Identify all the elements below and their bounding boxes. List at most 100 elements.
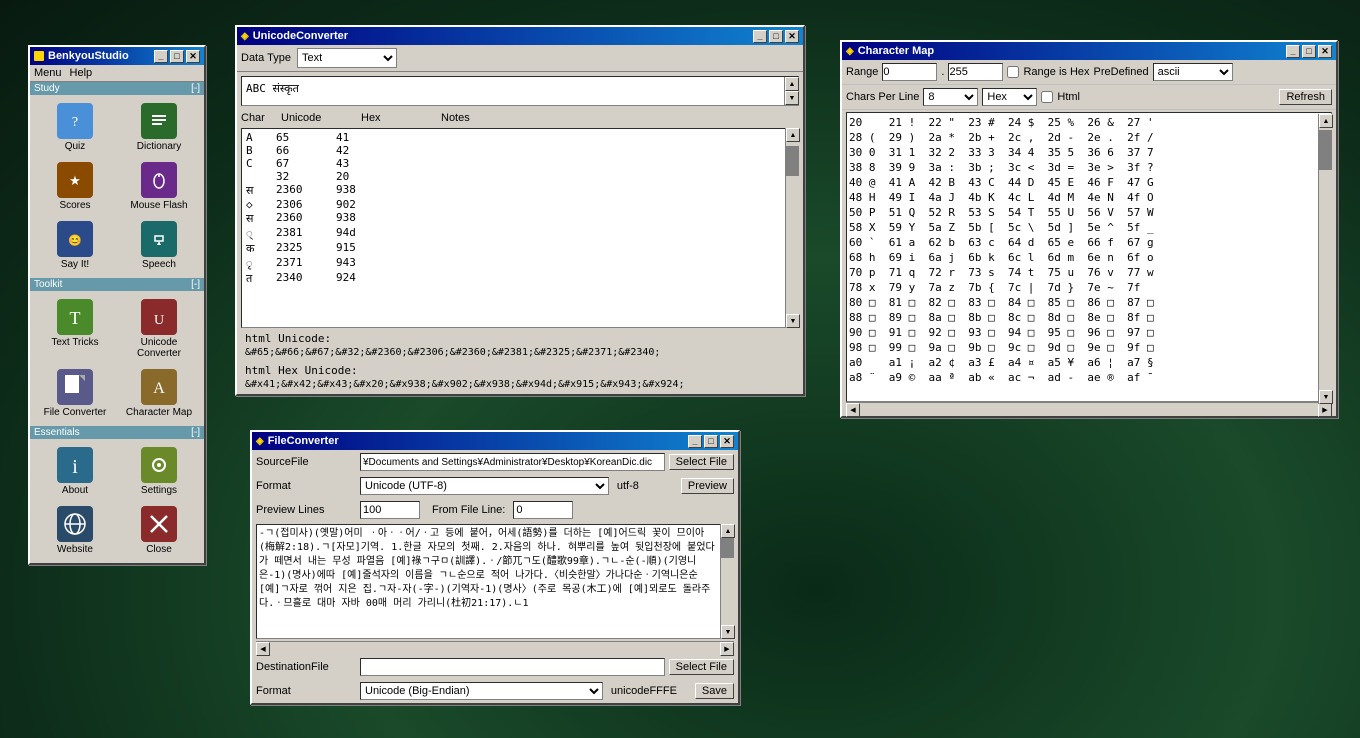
cm-html-check[interactable] xyxy=(1041,91,1053,103)
fc-format-label: Format xyxy=(256,480,356,492)
sidebar-item-about[interactable]: i About xyxy=(34,443,116,500)
study-toggle[interactable]: [-] xyxy=(191,83,200,94)
cm-scroll-track xyxy=(1319,128,1332,390)
fc-preview-scroll-down[interactable]: ▼ xyxy=(721,625,735,639)
fc-preview-lines-input[interactable] xyxy=(360,501,420,519)
uc-scroll-thumb[interactable] xyxy=(786,146,799,176)
essentials-toggle[interactable]: [-] xyxy=(191,427,200,438)
uc-datatype-select[interactable]: Text File URL xyxy=(297,48,397,68)
uc-table-row: स2360938 xyxy=(244,211,782,226)
sidebar-item-unicode-converter[interactable]: U Unicode Converter xyxy=(118,295,200,363)
cm-table-row: 80 □ 81 □ 82 □ 83 □ 84 □ 85 □ 86 □ 87 □ xyxy=(849,295,1315,310)
uc-table-row: B6642 xyxy=(244,144,782,157)
fc-format-select[interactable]: Unicode (UTF-8) xyxy=(360,477,609,495)
app-maximize-btn[interactable]: □ xyxy=(170,50,184,63)
uc-table-scroll[interactable]: A6541B6642C6743 3220स2360938◇2306902स236… xyxy=(241,128,799,328)
sidebar-item-dictionary[interactable]: Dictionary xyxy=(118,99,200,156)
cm-table-row: a8 ¨ a9 © aa ª ab « ac ¬ ad - ae ® af ¯ xyxy=(849,370,1315,385)
sidebar-item-say-it[interactable]: 😊 Say It! xyxy=(34,217,116,274)
cm-scroll-thumb[interactable] xyxy=(1319,130,1332,170)
sidebar-item-text-tricks[interactable]: T Text Tricks xyxy=(34,295,116,363)
cm-table-row: 78 x 79 y 7a z 7b { 7c | 7d } 7e ~ 7f xyxy=(849,280,1315,295)
cm-maximize-btn[interactable]: □ xyxy=(1302,45,1316,58)
fc-title-icon: ◈ xyxy=(256,436,264,447)
fc-preview-area[interactable]: -ㄱ(접미사)(옛말)어미 ㆍ아ㆍㆍ어/ㆍ고 등에 붙어，어세(語勢)를 더하는… xyxy=(256,524,734,639)
fc-close-btn[interactable]: ✕ xyxy=(720,435,734,448)
cm-close-btn[interactable]: ✕ xyxy=(1318,45,1332,58)
toolkit-label: Toolkit xyxy=(34,279,62,290)
fc-source-input[interactable] xyxy=(360,453,665,471)
fc-from-file-line-input[interactable] xyxy=(513,501,573,519)
fc-dest-select-btn[interactable]: Select File xyxy=(669,659,734,675)
fc-title-text: FileConverter xyxy=(268,435,339,447)
uc-scroll-down[interactable]: ▼ xyxy=(785,91,799,105)
text-tricks-icon: T xyxy=(57,299,93,335)
cm-content[interactable]: 20 21 ! 22 " 23 # 24 $ 25 % 26 & 27 '28 … xyxy=(846,112,1332,402)
cm-table-row: 20 21 ! 22 " 23 # 24 $ 25 % 26 & 27 ' xyxy=(849,115,1315,130)
uc-title-text: UnicodeConverter xyxy=(253,30,348,42)
cm-table-row: 50 P 51 Q 52 R 53 S 54 T 55 U 56 V 57 W xyxy=(849,205,1315,220)
toolkit-toggle[interactable]: [-] xyxy=(191,279,200,290)
cm-range-to[interactable] xyxy=(948,63,1003,81)
sidebar-item-mouse-flash[interactable]: Mouse Flash xyxy=(118,158,200,215)
sidebar-item-scores[interactable]: ★ Scores xyxy=(34,158,116,215)
cm-range-from[interactable] xyxy=(882,63,937,81)
cm-scroll-up[interactable]: ▲ xyxy=(1319,114,1333,128)
fc-scroll-right[interactable]: ▶ xyxy=(720,642,734,656)
uc-table-scroll-up[interactable]: ▲ xyxy=(786,128,800,142)
cm-refresh-btn[interactable]: Refresh xyxy=(1279,89,1332,105)
svg-text:A: A xyxy=(153,380,165,397)
dictionary-icon xyxy=(141,103,177,139)
fc-scroll-left[interactable]: ◀ xyxy=(256,642,270,656)
uc-input-text[interactable]: ABC संस्कृत xyxy=(242,77,798,100)
cm-format-select[interactable]: Hex Dec xyxy=(982,88,1037,106)
fc-dest-format-select[interactable]: Unicode (Big-Endian) xyxy=(360,682,603,700)
cm-predefined-select[interactable]: ascii latin xyxy=(1153,63,1233,81)
website-icon xyxy=(57,506,93,542)
sidebar-item-character-map[interactable]: A Character Map xyxy=(118,365,200,422)
fc-preview-thumb[interactable] xyxy=(721,538,734,558)
fc-minimize-btn[interactable]: _ xyxy=(688,435,702,448)
uc-html-hex-label: html Hex Unicode: xyxy=(245,364,795,377)
sidebar-item-quiz[interactable]: ? Quiz xyxy=(34,99,116,156)
fc-preview-lines-row: Preview Lines From File Line: xyxy=(252,498,738,522)
scores-icon: ★ xyxy=(57,162,93,198)
uc-table-scroll-down[interactable]: ▼ xyxy=(786,314,800,328)
file-converter-window: ◈ FileConverter _ □ ✕ SourceFile Select … xyxy=(250,430,740,705)
sidebar-item-close[interactable]: Close xyxy=(118,502,200,559)
dictionary-label: Dictionary xyxy=(137,141,181,152)
sidebar-item-website[interactable]: Website xyxy=(34,502,116,559)
file-converter-label: File Converter xyxy=(44,407,107,418)
cm-table-row: 98 □ 99 □ 9a □ 9b □ 9c □ 9d □ 9e □ 9f □ xyxy=(849,340,1315,355)
cm-scroll-right[interactable]: ▶ xyxy=(1318,403,1332,417)
uc-scroll-up[interactable]: ▲ xyxy=(785,77,799,91)
fc-source-select-btn[interactable]: Select File xyxy=(669,454,734,470)
fc-maximize-btn[interactable]: □ xyxy=(704,435,718,448)
fc-source-label: SourceFile xyxy=(256,456,356,468)
uc-close-btn[interactable]: ✕ xyxy=(785,30,799,43)
close-icon xyxy=(141,506,177,542)
menu-item-help[interactable]: Help xyxy=(70,67,93,79)
app-minimize-btn[interactable]: _ xyxy=(154,50,168,63)
sidebar-item-file-converter[interactable]: File Converter xyxy=(34,365,116,422)
app-close-btn[interactable]: ✕ xyxy=(186,50,200,63)
cm-scroll-down[interactable]: ▼ xyxy=(1319,390,1333,404)
cm-minimize-btn[interactable]: _ xyxy=(1286,45,1300,58)
menu-item-menu[interactable]: Menu xyxy=(34,67,62,79)
fc-preview-btn[interactable]: Preview xyxy=(681,478,734,494)
sidebar-item-settings[interactable]: Settings xyxy=(118,443,200,500)
fc-dest-input[interactable] xyxy=(360,658,665,676)
sidebar-item-speech[interactable]: Speech xyxy=(118,217,200,274)
fc-save-btn[interactable]: Save xyxy=(695,683,734,699)
unicode-converter-label: Unicode Converter xyxy=(120,337,198,359)
website-label: Website xyxy=(57,544,93,555)
fc-preview-scroll-up[interactable]: ▲ xyxy=(721,524,735,538)
cm-html-label: Html xyxy=(1057,91,1080,103)
cm-chars-per-line-select[interactable]: 8 16 xyxy=(923,88,978,106)
uc-table-row: स2360938 xyxy=(244,183,782,198)
uc-maximize-btn[interactable]: □ xyxy=(769,30,783,43)
uc-minimize-btn[interactable]: _ xyxy=(753,30,767,43)
uc-html-unicode-value: &#65;&#66;&#67;&#32;&#2360;&#2306;&#2360… xyxy=(245,347,795,358)
cm-range-is-hex-check[interactable] xyxy=(1007,66,1019,78)
cm-scroll-left[interactable]: ◀ xyxy=(846,403,860,417)
